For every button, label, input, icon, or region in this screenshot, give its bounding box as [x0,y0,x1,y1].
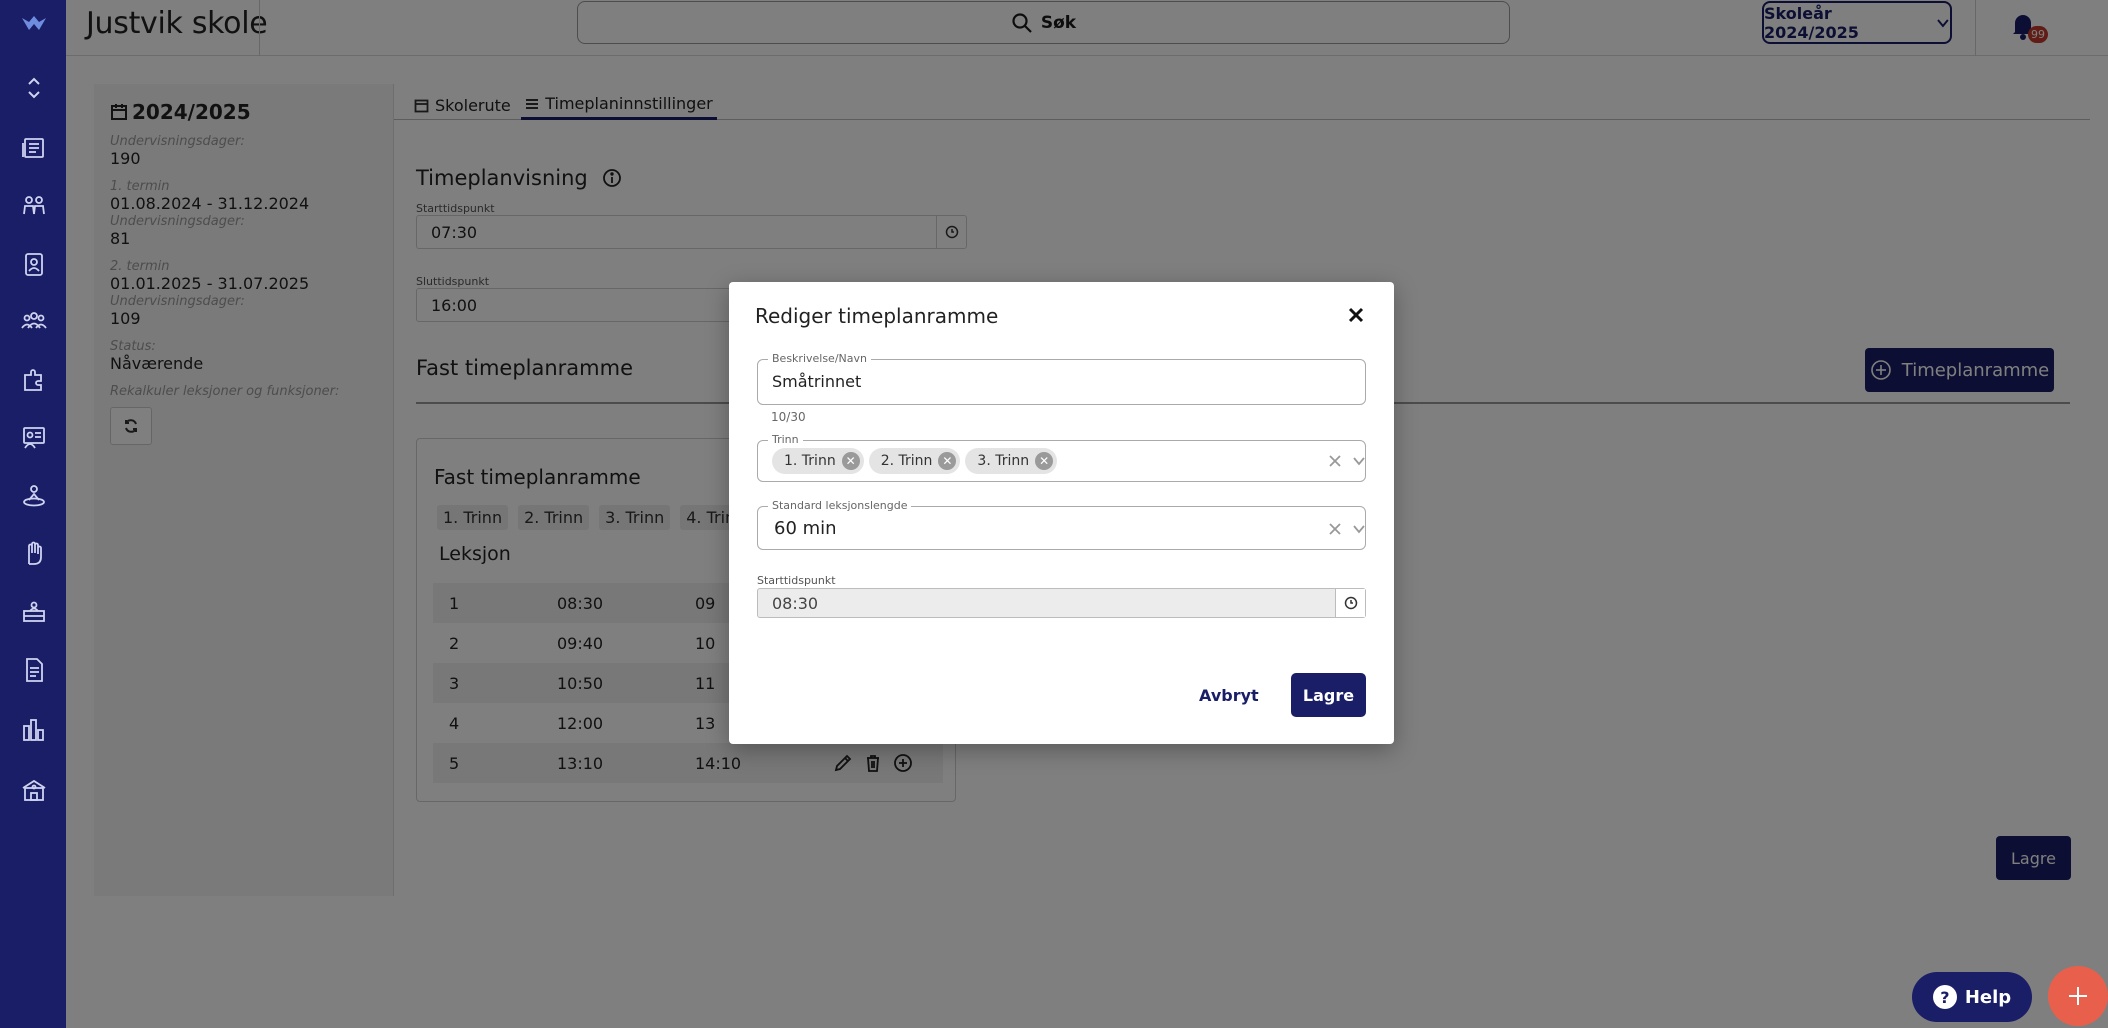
clock-icon[interactable] [1335,589,1365,617]
level-chip-label: 3. Trinn [977,453,1030,469]
bar-chart-icon[interactable] [20,716,48,744]
app-logo-icon[interactable] [20,12,48,36]
start-time-field[interactable]: 08:30 [757,588,1366,618]
levels-select[interactable]: Trinn 1. Trinn ✕ 2. Trinn ✕ 3. Trinn ✕ [757,434,1368,482]
save-button[interactable]: Lagre [1291,673,1366,717]
level-chip: 2. Trinn ✕ [868,448,961,474]
puzzle-icon[interactable] [20,366,48,394]
remove-chip-icon[interactable]: ✕ [841,452,860,470]
lesson-length-select[interactable]: Standard leksjonslengde 60 min [757,500,1368,550]
id-badge-icon[interactable] [20,250,48,278]
plus-icon [2069,987,2087,1005]
length-value: 60 min [774,518,837,539]
question-icon: ? [1932,985,1957,1009]
help-button[interactable]: ? Help [1912,972,2032,1022]
edit-frame-dialog: Rediger timeplanramme Beskrivelse/Navn S… [729,282,1394,744]
news-icon[interactable] [20,134,48,162]
people-icon[interactable] [20,192,48,220]
groups-icon[interactable] [20,308,48,336]
expand-collapse-icon[interactable] [20,74,48,102]
start-time-label: Starttidspunkt [757,574,836,587]
close-icon[interactable] [1343,302,1369,328]
name-input[interactable]: Beskrivelse/Navn Småtrinnet [757,353,1366,405]
level-chip: 3. Trinn ✕ [965,448,1058,474]
name-value: Småtrinnet [772,372,862,391]
classroom-icon[interactable] [20,424,48,452]
teacher-icon[interactable] [20,482,48,510]
levels-legend: Trinn [768,434,803,446]
dialog-title: Rediger timeplanramme [755,304,999,328]
level-chip-label: 2. Trinn [880,453,933,469]
chevron-down-icon[interactable] [1350,452,1368,470]
clear-icon[interactable] [1326,452,1344,470]
desk-icon[interactable] [20,598,48,626]
document-icon[interactable] [20,656,48,684]
level-chip-label: 1. Trinn [784,453,836,469]
help-label: Help [1964,986,2012,1008]
remove-chip-icon[interactable]: ✕ [938,452,957,470]
cancel-button[interactable]: Avbryt [1199,686,1259,705]
name-legend: Beskrivelse/Navn [768,353,871,365]
chevron-down-icon[interactable] [1350,520,1368,538]
selected-levels: 1. Trinn ✕ 2. Trinn ✕ 3. Trinn ✕ [772,448,1058,474]
char-counter: 10/30 [771,410,806,424]
school-building-icon[interactable] [20,776,48,804]
add-fab-button[interactable] [2048,966,2108,1026]
length-legend: Standard leksjonslengde [768,500,912,512]
level-chip: 1. Trinn ✕ [772,448,864,474]
side-nav [0,0,66,1028]
hand-raise-icon[interactable] [20,540,48,568]
remove-chip-icon[interactable]: ✕ [1035,452,1054,470]
clear-icon[interactable] [1326,520,1344,538]
start-time-value: 08:30 [772,593,819,613]
